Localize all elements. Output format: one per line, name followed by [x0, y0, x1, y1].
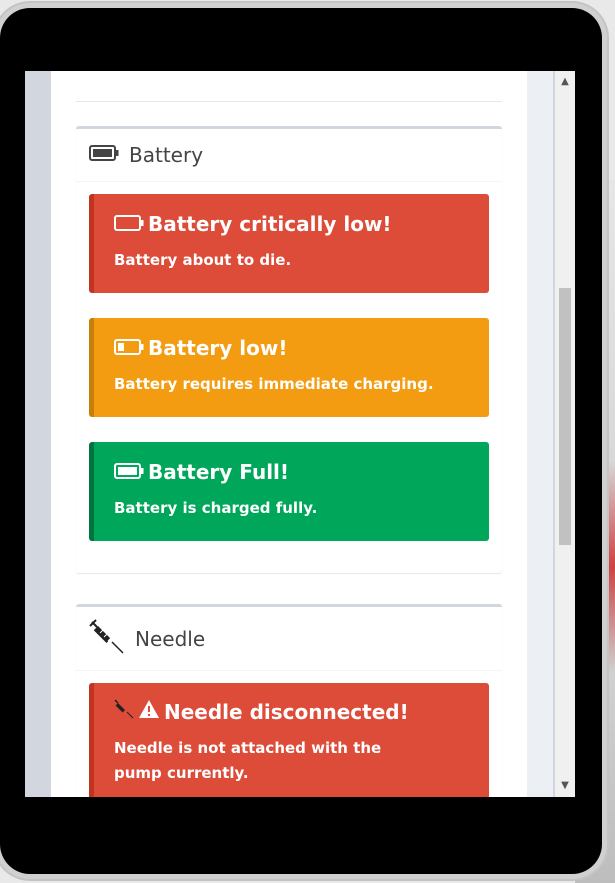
battery-panel-body: Battery critically low! Battery about to…	[76, 182, 502, 578]
alert-title-row: Battery low!	[114, 336, 469, 360]
syringe-icon	[89, 618, 125, 659]
alert-title: Battery low!	[148, 336, 288, 360]
vertical-scrollbar[interactable]: ▲ ▼	[555, 71, 575, 797]
alert-message: Battery requires immediate charging.	[114, 375, 434, 393]
alert-title: Battery Full!	[148, 460, 290, 484]
app-screen: Battery Battery critically low! Battery …	[25, 71, 575, 797]
previous-panel-bottom	[76, 71, 502, 102]
alert-title: Needle disconnected!	[164, 699, 409, 724]
battery-quarter-icon	[114, 336, 144, 360]
needle-panel-title: Needle	[135, 626, 206, 651]
scroll-thumb[interactable]	[559, 288, 571, 545]
battery-panel-header: Battery	[76, 129, 502, 182]
syringe-icon	[114, 699, 134, 724]
battery-panel: Battery Battery critically low! Battery …	[76, 126, 502, 573]
needle-panel-header: Needle	[76, 607, 502, 671]
needle-panel: Needle Needle disconnected! Needle is no…	[76, 604, 502, 797]
needle-disconnected-alert: Needle disconnected! Needle is not attac…	[89, 683, 489, 797]
alert-title-row: Battery Full!	[114, 460, 469, 484]
scroll-up-arrow[interactable]: ▲	[555, 73, 575, 91]
battery-panel-title: Battery	[129, 143, 204, 167]
battery-full-icon	[89, 145, 119, 165]
battery-low-alert: Battery low! Battery requires immediate …	[89, 318, 489, 417]
alert-title-row: Battery critically low!	[114, 212, 469, 236]
alert-title-row: Needle disconnected!	[114, 699, 469, 724]
warning-icon	[138, 699, 160, 724]
alert-message: Battery about to die.	[114, 251, 292, 269]
battery-empty-icon	[114, 212, 144, 236]
alert-message: Needle is not attached with the pump cur…	[114, 739, 382, 782]
alert-message: Battery is charged fully.	[114, 499, 318, 517]
alert-title: Battery critically low!	[148, 212, 392, 236]
needle-panel-body: Needle disconnected! Needle is not attac…	[76, 671, 502, 797]
battery-critical-alert: Battery critically low! Battery about to…	[89, 194, 489, 293]
battery-full-alert: Battery Full! Battery is charged fully.	[89, 442, 489, 541]
scroll-down-arrow[interactable]: ▼	[555, 777, 575, 795]
tablet-frame: Battery Battery critically low! Battery …	[0, 8, 602, 874]
battery-full-icon	[114, 460, 144, 484]
